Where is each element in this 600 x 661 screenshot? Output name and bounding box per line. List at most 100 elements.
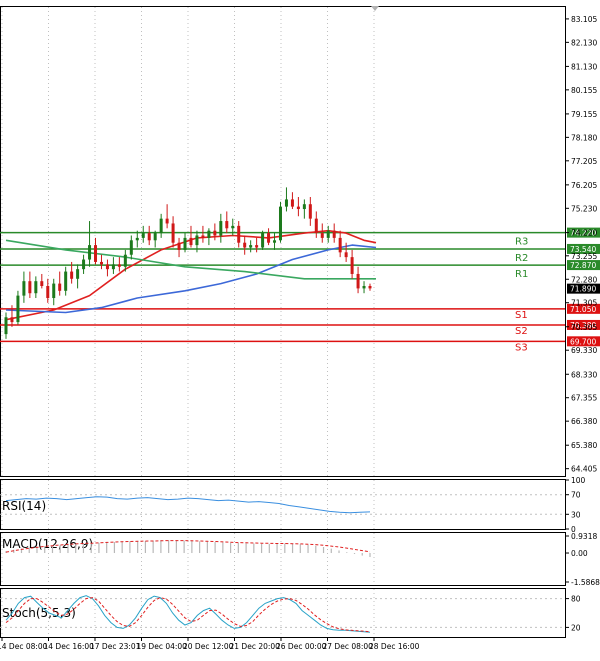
- level-label-s3: S3: [515, 342, 528, 353]
- candle-body: [201, 235, 205, 238]
- candle-body: [141, 233, 145, 238]
- level-label-s2: S2: [515, 326, 528, 337]
- candle-body: [64, 271, 68, 291]
- candle-body: [153, 233, 157, 241]
- price-y-tick-label: 71.305: [571, 299, 597, 308]
- candle-body: [207, 230, 211, 238]
- x-tick-label: 20 Dec 12:00: [183, 642, 234, 651]
- candle-body: [195, 235, 199, 246]
- x-tick-label: 27 Dec 08:00: [323, 642, 374, 651]
- price-y-tick-label: 74.220: [571, 229, 597, 238]
- candle-body: [362, 285, 366, 289]
- candle-body: [165, 218, 169, 224]
- candle-body: [82, 259, 86, 270]
- candle-body: [94, 245, 98, 262]
- x-tick-label: 14 Dec 08:00: [0, 642, 48, 651]
- stoch-y-tick-label: 20: [571, 623, 581, 632]
- candle-body: [296, 206, 300, 210]
- candle-body: [135, 237, 139, 241]
- level-tag-text-s3: 69.700: [570, 337, 596, 346]
- x-tick-label: 17 Dec 23:01: [90, 642, 141, 651]
- candle-body: [320, 233, 324, 238]
- candle-body: [308, 204, 312, 219]
- candle-body: [290, 199, 294, 207]
- candle-body: [249, 245, 253, 248]
- macd-y-tick-label: 0.00: [571, 549, 588, 558]
- candle-body: [243, 242, 247, 248]
- price-y-tick-label: 67.355: [571, 394, 597, 403]
- candle-body: [231, 225, 235, 229]
- macd-y-tick-label: -1.5868: [571, 578, 600, 587]
- candle-body: [189, 237, 193, 246]
- candle-body: [129, 240, 133, 255]
- candle-body: [58, 283, 62, 291]
- candle-body: [267, 233, 271, 243]
- candle-body: [314, 218, 318, 234]
- candle-body: [99, 261, 103, 265]
- candle-body: [22, 281, 26, 296]
- candle-body: [219, 221, 223, 236]
- candle-body: [356, 273, 360, 289]
- candle-body: [225, 221, 229, 229]
- candle-body: [183, 237, 187, 250]
- candle-body: [34, 281, 38, 294]
- candle-body: [16, 295, 20, 323]
- chart-area: RSI(14) MACD(12,26,9) Stoch(5,5,3) R3 74.…: [0, 0, 600, 657]
- price-y-tick-label: 68.330: [571, 370, 597, 379]
- candle-body: [344, 252, 348, 258]
- candle-body: [326, 230, 330, 238]
- price-y-tick-label: 81.130: [571, 62, 597, 71]
- candle-body: [350, 257, 354, 274]
- price-y-tick-label: 78.180: [571, 133, 597, 142]
- level-tag-text-r1: 72.870: [570, 261, 596, 270]
- candle-body: [278, 206, 282, 241]
- candle-body: [40, 281, 44, 286]
- price-y-tick-label: 73.255: [571, 252, 597, 261]
- price-y-tick-label: 69.330: [571, 346, 597, 355]
- rsi-y-tick-label: 70: [571, 491, 581, 500]
- rsi-title: RSI(14): [2, 499, 46, 513]
- stoch-y-tick-label: 80: [571, 595, 581, 604]
- candle-body: [213, 230, 217, 236]
- price-y-tick-label: 70.305: [571, 323, 597, 332]
- candle-body: [147, 233, 151, 241]
- candle-body: [28, 281, 32, 294]
- chart-svg: RSI(14) MACD(12,26,9) Stoch(5,5,3) R3 74.…: [0, 0, 600, 657]
- price-y-tick-label: 75.230: [571, 204, 597, 213]
- macd-title: MACD(12,26,9): [2, 537, 93, 551]
- x-tick-label: 26 Dec 00:00: [276, 642, 327, 651]
- candle-body: [273, 240, 277, 243]
- price-y-tick-label: 72.280: [571, 275, 597, 284]
- level-label-s1: S1: [515, 310, 528, 321]
- candle-body: [284, 199, 288, 207]
- rsi-y-tick-label: 30: [571, 510, 581, 519]
- price-y-tick-label: 77.205: [571, 157, 597, 166]
- candle-body: [338, 237, 342, 253]
- x-tick-label: 14 Dec 16:00: [44, 642, 95, 651]
- candle-body: [123, 254, 127, 267]
- level-label-r1: R1: [515, 269, 528, 280]
- price-y-tick-label: 80.155: [571, 86, 597, 95]
- price-y-tick-label: 65.380: [571, 441, 597, 450]
- rsi-y-tick-label: 100: [571, 476, 586, 485]
- candle-body: [46, 285, 50, 299]
- current-price-tag-text: 71.890: [570, 285, 596, 294]
- candle-body: [4, 317, 8, 335]
- x-tick-label: 19 Dec 04:00: [137, 642, 188, 651]
- candle-body: [159, 218, 163, 234]
- candle-body: [76, 269, 80, 279]
- level-label-r3: R3: [515, 237, 528, 248]
- price-y-tick-label: 76.205: [571, 181, 597, 190]
- candle-body: [368, 285, 372, 289]
- level-label-r2: R2: [515, 253, 528, 264]
- price-y-tick-label: 82.130: [571, 38, 597, 47]
- x-tick-label: 21 Dec 20:00: [230, 642, 281, 651]
- candle-body: [261, 233, 265, 248]
- candle-body: [332, 230, 336, 238]
- price-y-tick-label: 64.405: [571, 465, 597, 474]
- price-y-tick-label: 83.105: [571, 15, 597, 24]
- candle-body: [105, 264, 109, 270]
- candle-body: [88, 245, 92, 260]
- candle-body: [111, 264, 115, 270]
- candle-body: [177, 242, 181, 250]
